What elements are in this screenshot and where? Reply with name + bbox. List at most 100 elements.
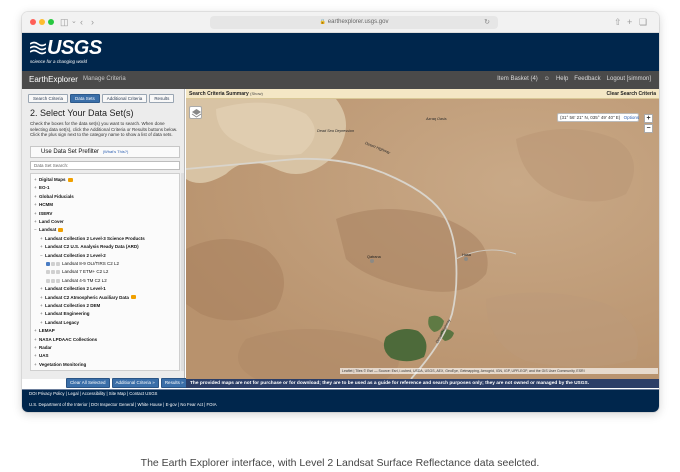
search-criteria-summary[interactable]: Search Criteria Summary (Show) [189,91,263,97]
data-set-category[interactable]: + Landsat Engineering [40,311,90,317]
data-set-label: Landsat Collection 2 Level-1 [45,286,106,292]
summary-show-link[interactable]: (Show) [250,91,263,96]
data-set-label: Landsat C2 U.S. Analysis Ready Data (ARD… [45,244,139,250]
data-set-label: Vegetation Monitoring [39,361,87,367]
data-set-category[interactable]: + NASA LPDAAC Collections [34,337,97,343]
metadata-icon[interactable] [56,270,60,275]
data-set-category[interactable]: + ISERV [34,211,52,217]
tab-additional-criteria[interactable]: Additional Criteria [101,94,148,103]
info-icon[interactable] [58,228,64,233]
metadata-icon[interactable] [56,261,60,266]
results-button[interactable]: Results » [160,378,188,388]
data-set-category[interactable]: + Land Cover [34,219,64,225]
manage-criteria-link[interactable]: Manage Criteria [83,76,126,82]
data-set-category[interactable]: + Landsat Collection 2 Level-3 Science Pr… [40,236,145,242]
user-menu: Item Basket (4) ☺ Help Feedback Logout [… [497,76,651,82]
data-set-label: Landsat [39,227,57,233]
close-window-button[interactable] [30,19,36,25]
data-set-category[interactable]: + EO-1 [34,185,50,191]
reload-icon[interactable]: ↻ [484,16,490,29]
info-icon[interactable] [67,177,73,182]
data-set-category[interactable]: + Vegetation Monitoring [34,362,86,368]
data-set-category[interactable]: + UAS [34,353,49,359]
data-set-category[interactable]: + HCMM [34,202,53,208]
new-tab-icon[interactable]: + [627,16,632,28]
data-set-category[interactable]: + LEMAP [34,328,55,334]
data-set-item[interactable]: Landsat 4-5 TM C2 L2 [46,278,107,284]
data-set-label: Land Cover [39,219,64,224]
footprint-icon[interactable] [51,270,55,275]
data-set-item[interactable]: Landsat 7 ETM+ C2 L2 [46,269,108,275]
app-title[interactable]: EarthExplorer [29,75,78,84]
data-set-category[interactable]: + Global Fiducials [34,194,74,200]
user-icon[interactable]: ☺ [544,76,550,82]
data-set-label: UAS [39,353,49,359]
tree-scrollbar[interactable] [181,173,184,371]
usgs-wordmark: USGS [47,37,102,59]
map-view[interactable]: (31° 56' 21" N, 035° 49' 40" E) Options … [186,99,659,379]
usgs-logo[interactable]: USGS science for a changing world [30,38,102,64]
checkbox-icon[interactable] [46,278,50,283]
zoom-in-button[interactable]: + [644,114,653,123]
prefilter-help-link[interactable]: (What's This?) [103,149,129,154]
data-set-label: Landsat Collection 2 Level-2 [45,252,106,258]
data-set-category[interactable]: + Digital Maps [34,177,73,183]
info-icon[interactable] [130,295,136,300]
footer-divider [22,389,659,390]
data-set-label: HCMM [39,202,53,208]
site-footer: DOI Privacy Policy | Legal | Accessibili… [22,389,659,412]
data-set-category[interactable]: − Landsat Collection 2 Level-2 [40,253,106,259]
usgs-header: USGS science for a changing world [22,33,659,71]
data-set-item[interactable]: Landsat 8-9 OLI/TIRS C2 L2 [46,261,119,267]
data-set-category[interactable]: + Landsat Legacy [40,320,79,326]
usgs-tagline: science for a changing world [30,59,88,64]
data-set-label: Landsat Legacy [45,319,80,325]
layers-icon[interactable] [189,106,202,119]
search-criteria-summary-bar: Search Criteria Summary (Show) Clear Sea… [186,89,659,99]
item-basket-link[interactable]: Item Basket (4) [497,76,538,82]
tab-search-criteria[interactable]: Search Criteria [28,94,69,103]
address-bar[interactable]: 🔒 earthexplorer.usgs.gov ↻ [210,16,498,29]
sidebar-icon[interactable]: ◫ [60,16,69,28]
data-set-prefilter-toggle[interactable]: Use Data Set Prefilter (What's This?) [30,146,180,158]
share-icon[interactable]: ⇧ [614,16,622,28]
tab-data-sets[interactable]: Data Sets [70,94,100,103]
additional-criteria-button[interactable]: Additional Criteria » [111,378,159,388]
clear-search-criteria-link[interactable]: Clear Search Criteria [607,91,656,97]
data-set-label: NASA LPDAAC Collections [39,336,98,342]
footprint-icon[interactable] [51,278,55,283]
map-attribution: Leaflet | Tiles © Esri — Source: Esri, i… [340,368,658,374]
feedback-link[interactable]: Feedback [574,76,600,82]
data-set-label: LEMAP [39,328,55,334]
footer-links-secondary[interactable]: U.S. Department of the Interior | DOI In… [29,402,217,407]
data-set-tree: + Digital Maps + EO-1 + Global Fiducials + HCMM… [30,173,180,371]
screenshot-stage: ◫ ⌄ ‹ › 🔒earthexplorer.usgs.gov ↻ ⇧ + ❏ [0,0,680,472]
checkbox-checked-icon[interactable] [46,261,50,266]
footprint-icon[interactable] [51,261,55,266]
checkbox-icon[interactable] [46,270,50,275]
app-bar: EarthExplorer Manage Criteria Item Baske… [22,71,659,89]
back-icon[interactable]: ‹ [80,16,83,28]
tab-results[interactable]: Results [149,94,175,103]
data-set-label: Landsat C2 Atmospheric Auxiliary Data [45,294,129,300]
footer-links-primary[interactable]: DOI Privacy Policy | Legal | Accessibili… [29,391,157,396]
chevron-down-icon[interactable]: ⌄ [71,16,77,28]
clear-all-selected-button[interactable]: Clear All Selected [66,378,110,388]
data-set-search-input[interactable]: Data Set Search: [30,161,180,170]
data-set-category[interactable]: + Landsat Collection 2 Level-1 [40,286,106,292]
data-set-category[interactable]: + Landsat Collection 2 DEM [40,303,100,309]
data-set-category[interactable]: + Landsat C2 U.S. Analysis Ready Data (AR… [40,244,139,250]
minimize-window-button[interactable] [39,19,45,25]
coordinate-options-link[interactable]: Options [624,115,640,120]
tabs-icon[interactable]: ❏ [639,16,647,28]
help-link[interactable]: Help [556,76,568,82]
logout-link[interactable]: Logout [simmon] [607,76,651,82]
zoom-window-button[interactable] [48,19,54,25]
forward-icon[interactable]: › [91,16,94,28]
data-set-category[interactable]: + Landsat C2 Atmospheric Auxiliary Data [40,295,136,301]
usgs-waves-icon [30,41,46,55]
data-set-category[interactable]: + Radar [34,345,52,351]
zoom-out-button[interactable]: − [644,124,653,133]
metadata-icon[interactable] [56,278,60,283]
data-set-category[interactable]: − Landsat [34,227,64,233]
